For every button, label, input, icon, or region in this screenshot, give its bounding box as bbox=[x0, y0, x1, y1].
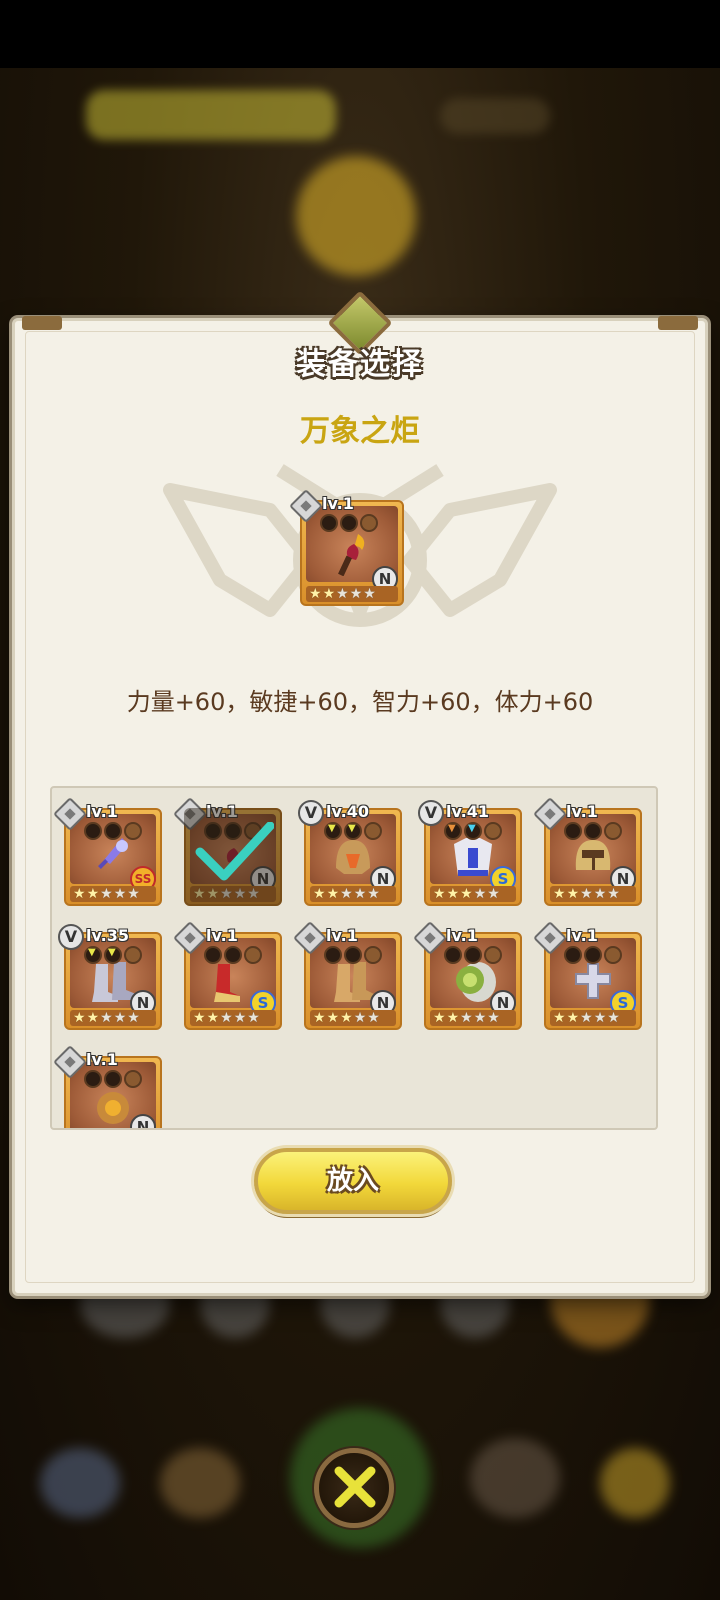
equipment-list-clip: lv.1 N bbox=[50, 786, 658, 1128]
star-empty-icon: ★ bbox=[336, 586, 349, 602]
socket-empty bbox=[104, 1070, 122, 1088]
star-icon: ★ bbox=[322, 586, 336, 602]
selected-item-card: lv.1 N ★ ★ ★ ★ ★ bbox=[289, 489, 404, 606]
bg-bottom-nav-5 bbox=[600, 1448, 670, 1518]
star-empty-icon: ★ bbox=[349, 586, 363, 602]
item-level: lv.1 bbox=[86, 1050, 118, 1069]
socket-empty bbox=[320, 514, 338, 532]
socket-empty bbox=[84, 1070, 102, 1088]
item-level: lv.1 bbox=[322, 494, 354, 513]
star-rating: ★ ★ ★ ★ ★ bbox=[306, 586, 398, 602]
close-icon bbox=[334, 1466, 376, 1508]
bg-bottom-nav-4 bbox=[470, 1438, 560, 1518]
socket-locked-icon bbox=[124, 1070, 142, 1088]
item-sockets bbox=[320, 514, 378, 532]
right-corner-ornament bbox=[658, 316, 698, 330]
bg-bottom-nav-1 bbox=[40, 1448, 120, 1518]
status-bar bbox=[0, 0, 720, 68]
bg-top-bar bbox=[86, 90, 336, 140]
item-stats: 力量+60，敏捷+60，智力+60，体力+60 bbox=[126, 688, 594, 716]
close-button[interactable] bbox=[314, 1448, 394, 1528]
left-corner-ornament bbox=[22, 316, 62, 330]
socket-empty bbox=[340, 514, 358, 532]
star-empty-icon: ★ bbox=[363, 586, 376, 602]
item-sockets bbox=[84, 1070, 142, 1088]
put-in-button[interactable]: 放入 bbox=[254, 1148, 452, 1214]
equipment-item[interactable]: lv.1 N bbox=[53, 1045, 162, 1128]
torch-icon bbox=[338, 534, 365, 576]
bg-bottom-nav-2 bbox=[160, 1448, 240, 1518]
dialog-title: 装备选择 bbox=[296, 347, 424, 382]
item-name: 万象之炬 bbox=[300, 414, 420, 449]
bg-top-right-bar bbox=[440, 98, 550, 134]
star-icon: ★ bbox=[309, 586, 322, 602]
bg-avatar-blob bbox=[296, 156, 416, 276]
socket-locked-icon bbox=[360, 514, 378, 532]
